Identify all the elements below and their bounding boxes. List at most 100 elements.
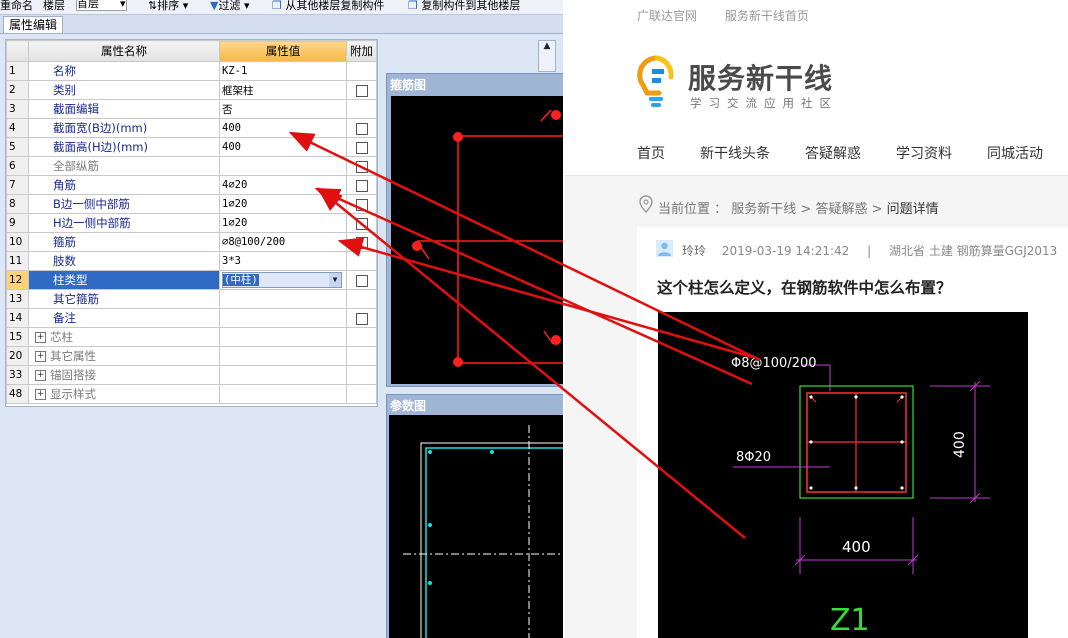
property-value-cell[interactable]: ⌀8@100/200: [219, 232, 347, 252]
expand-plus-icon[interactable]: +: [35, 370, 46, 381]
header-property-value[interactable]: 属性值: [219, 40, 347, 62]
property-name-cell[interactable]: 类别: [28, 80, 220, 100]
property-name: 角筋: [53, 178, 76, 192]
property-name-cell[interactable]: 柱类型: [28, 270, 220, 290]
grid-row[interactable]: 14 备注: [6, 308, 377, 328]
property-value-cell[interactable]: [219, 308, 347, 328]
expand-plus-icon[interactable]: +: [35, 332, 46, 343]
property-name-cell[interactable]: 备注: [28, 308, 220, 328]
property-value-cell[interactable]: KZ-1: [219, 61, 347, 81]
property-name-cell[interactable]: 截面编辑: [28, 99, 220, 119]
property-name-cell[interactable]: 箍筋: [28, 232, 220, 252]
nav-qa[interactable]: 答疑解惑: [805, 143, 861, 163]
link-fwxgx-home[interactable]: 服务新干线首页: [725, 9, 809, 23]
property-name-cell[interactable]: B边一侧中部筋: [28, 194, 220, 214]
property-name-cell[interactable]: + 显示样式: [28, 384, 220, 404]
nav-home[interactable]: 首页: [637, 143, 665, 163]
property-name-cell[interactable]: + 芯柱: [28, 327, 220, 347]
nav-local-events[interactable]: 同城活动: [987, 143, 1043, 163]
extra-checkbox[interactable]: [355, 274, 368, 287]
grid-row[interactable]: 11 肢数 3*3: [6, 251, 377, 271]
copy-from-floor-button[interactable]: ❐ 从其他楼层复制构件: [272, 0, 384, 13]
nav-headlines[interactable]: 新干线头条: [700, 143, 770, 163]
property-value-cell[interactable]: [219, 289, 347, 309]
property-value-cell[interactable]: [219, 156, 347, 176]
property-value-cell[interactable]: 否: [219, 99, 347, 119]
extra-checkbox[interactable]: [355, 236, 368, 249]
property-value-cell[interactable]: 400: [219, 137, 347, 157]
filter-button[interactable]: ▼过滤 ▾: [210, 0, 250, 13]
grid-row[interactable]: 33 + 锚固搭接: [6, 365, 377, 385]
row-number: 1: [6, 61, 29, 81]
column-type-select[interactable]: (中柱) ▼: [222, 272, 342, 288]
extra-checkbox[interactable]: [355, 141, 368, 154]
grid-row[interactable]: 8 B边一侧中部筋 1⌀20: [6, 194, 377, 214]
grid-row[interactable]: 5 截面高(H边)(mm) 400: [6, 137, 377, 157]
grid-row[interactable]: 15 + 芯柱: [6, 327, 377, 347]
tab-property-editor[interactable]: 属性编辑: [3, 16, 64, 33]
lightbulb-logo-icon[interactable]: [637, 55, 677, 111]
grid-row[interactable]: 6 全部纵筋: [6, 156, 377, 176]
post-tags[interactable]: 湖北省 土建 钢筋算量GGJ2013: [889, 244, 1057, 258]
property-value-cell[interactable]: 框架柱: [219, 80, 347, 100]
extra-checkbox[interactable]: [355, 160, 368, 173]
parameter-diagram-canvas[interactable]: [389, 415, 563, 638]
property-name-cell[interactable]: + 其它属性: [28, 346, 220, 366]
floor-select[interactable]: 首层 ▾: [76, 0, 127, 11]
user-avatar-icon[interactable]: [656, 240, 673, 257]
header-property-name[interactable]: 属性名称: [28, 40, 220, 62]
property-value-cell[interactable]: 1⌀20: [219, 194, 347, 214]
property-name-cell[interactable]: 全部纵筋: [28, 156, 220, 176]
header-extra[interactable]: 附加: [346, 40, 377, 62]
link-glodon-site[interactable]: 广联达官网: [637, 9, 697, 23]
property-name-cell[interactable]: 名称: [28, 61, 220, 81]
nav-learning[interactable]: 学习资料: [896, 143, 952, 163]
property-name-cell[interactable]: 其它箍筋: [28, 289, 220, 309]
grid-row[interactable]: 9 H边一侧中部筋 1⌀20: [6, 213, 377, 233]
question-attachment-image[interactable]: Φ8@100/200 8Φ20 400 400 Z1: [658, 312, 1028, 638]
property-name-cell[interactable]: 肢数: [28, 251, 220, 271]
breadcrumb-path[interactable]: 服务新干线 > 答疑解惑 >: [731, 202, 882, 217]
expand-plus-icon[interactable]: +: [35, 351, 46, 362]
grid-row[interactable]: 20 + 其它属性: [6, 346, 377, 366]
grid-row[interactable]: 12 柱类型 (中柱) ▼: [6, 270, 377, 290]
extra-checkbox[interactable]: [355, 312, 368, 325]
property-value-cell[interactable]: [219, 365, 347, 385]
grid-row[interactable]: 10 箍筋 ⌀8@100/200: [6, 232, 377, 252]
grid-scrollbar[interactable]: ▲: [538, 40, 556, 72]
expand-plus-icon[interactable]: +: [35, 389, 46, 400]
property-name-cell[interactable]: 截面高(H边)(mm): [28, 137, 220, 157]
grid-row[interactable]: 3 截面编辑 否: [6, 99, 377, 119]
extra-checkbox[interactable]: [355, 179, 368, 192]
dropdown-arrow-icon[interactable]: ▼: [329, 273, 341, 287]
rename-button[interactable]: 重命名: [0, 0, 33, 13]
extra-checkbox[interactable]: [355, 122, 368, 135]
property-name-cell[interactable]: 截面宽(B边)(mm): [28, 118, 220, 138]
property-value-cell[interactable]: 400: [219, 118, 347, 138]
grid-row[interactable]: 48 + 显示样式: [6, 384, 377, 404]
author-name[interactable]: 玲玲: [682, 244, 706, 258]
sort-button[interactable]: ⇅排序 ▾: [148, 0, 188, 13]
property-value-cell[interactable]: 4⌀20: [219, 175, 347, 195]
property-value-cell[interactable]: 3*3: [219, 251, 347, 271]
logo-title[interactable]: 服务新干线: [688, 57, 833, 97]
extra-checkbox[interactable]: [355, 217, 368, 230]
extra-checkbox[interactable]: [355, 84, 368, 97]
grid-row[interactable]: 2 类别 框架柱: [6, 80, 377, 100]
property-value-cell[interactable]: (中柱) ▼: [219, 270, 347, 290]
stirrup-diagram-canvas[interactable]: [391, 96, 563, 384]
scroll-up-icon[interactable]: ▲: [539, 41, 555, 51]
property-name-cell[interactable]: + 锚固搭接: [28, 365, 220, 385]
grid-row[interactable]: 7 角筋 4⌀20: [6, 175, 377, 195]
property-value-cell[interactable]: 1⌀20: [219, 213, 347, 233]
property-name-cell[interactable]: H边一侧中部筋: [28, 213, 220, 233]
grid-row[interactable]: 13 其它箍筋: [6, 289, 377, 309]
extra-checkbox[interactable]: [355, 198, 368, 211]
property-value-cell[interactable]: [219, 327, 347, 347]
copy-to-floor-button[interactable]: ❐ 复制构件到其他楼层: [408, 0, 520, 13]
property-value-cell[interactable]: [219, 346, 347, 366]
grid-row[interactable]: 1 名称 KZ-1: [6, 61, 377, 81]
property-value-cell[interactable]: [219, 384, 347, 404]
property-name-cell[interactable]: 角筋: [28, 175, 220, 195]
grid-row[interactable]: 4 截面宽(B边)(mm) 400: [6, 118, 377, 138]
